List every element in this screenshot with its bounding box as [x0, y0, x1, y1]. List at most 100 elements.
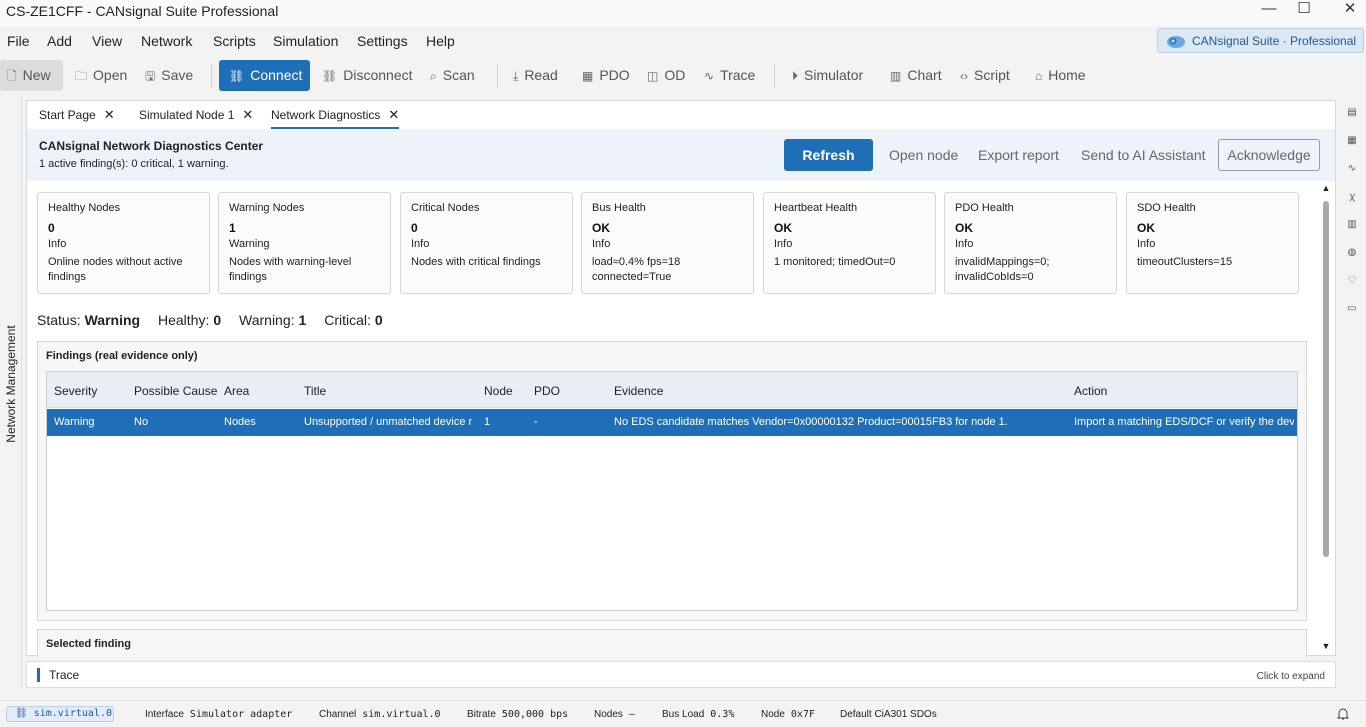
scroll-up-icon[interactable]: ▲ [1321, 183, 1331, 193]
trace-title: Trace [49, 668, 80, 682]
vertical-scrollbar[interactable]: ▲ ▼ [1319, 183, 1333, 655]
brand-label: CANsignal Suite · Professional [1192, 34, 1357, 48]
menu-settings[interactable]: Settings [357, 33, 408, 49]
home-button[interactable]: ⌂ Home [1035, 60, 1086, 91]
table-row[interactable]: Warning No Nodes Unsupported / unmatched… [47, 409, 1297, 436]
tab-start-page[interactable]: Start Page ✕ [39, 101, 115, 129]
folder-icon: 🗀 [75, 69, 88, 83]
refresh-button[interactable]: Refresh [784, 139, 873, 171]
status-nodes: Nodes – [594, 709, 635, 720]
download-icon: ⤓ [513, 69, 519, 83]
trace-expand-hint: Click to expand [1256, 671, 1325, 682]
toolbar-separator [497, 64, 498, 88]
close-window-button[interactable]: ✕ [1327, 0, 1366, 22]
cell-node: 1 [484, 416, 491, 428]
trace-panel-header[interactable]: Trace Click to expand [26, 661, 1336, 688]
export-report-button[interactable]: Export report [978, 147, 1059, 163]
window-title: CS-ZE1CFF - CANsignal Suite Professional [6, 3, 279, 19]
pulse-icon[interactable]: ∿ [1346, 163, 1358, 175]
new-file-icon: 🗋 [7, 69, 17, 83]
save-button[interactable]: 🖫 Save [145, 60, 193, 91]
globe-icon[interactable]: ◍ [1346, 247, 1358, 259]
column-severity[interactable]: Severity [54, 384, 97, 398]
status-node: Node 0x7F [761, 709, 815, 720]
maximize-button[interactable]: ☐ [1281, 0, 1327, 22]
menu-scripts[interactable]: Scripts [213, 33, 256, 49]
right-tool-strip: ▤ ▦ ∿ ꭓ ▥ ◍ ♡ ▭ [1338, 97, 1366, 687]
new-button[interactable]: 🗋 New [0, 60, 63, 91]
toolbar-separator [774, 64, 775, 88]
tab-simulated-node-1[interactable]: Simulated Node 1 ✕ [139, 101, 253, 129]
heart-icon[interactable]: ♡ [1346, 275, 1358, 287]
diagnostics-header: CANsignal Network Diagnostics Center 1 a… [27, 129, 1335, 181]
unlink-icon: ⛓ [322, 69, 338, 83]
column-pdo[interactable]: PDO [534, 384, 560, 398]
variable-icon[interactable]: ꭓ [1346, 191, 1358, 203]
column-title[interactable]: Title [304, 384, 326, 398]
connect-button[interactable]: ⛓ Connect [219, 60, 310, 91]
acknowledge-button[interactable]: Acknowledge [1218, 139, 1320, 171]
trace-button[interactable]: ∿ Trace [704, 60, 755, 91]
tab-network-diagnostics[interactable]: Network Diagnostics ✕ [271, 101, 400, 129]
menu-help[interactable]: Help [426, 33, 455, 49]
table-header: Severity Possible Cause Area Title Node … [47, 372, 1297, 408]
column-area[interactable]: Area [224, 384, 249, 398]
open-node-button[interactable]: Open node [889, 147, 958, 163]
status-sdo-mode: Default CiA301 SDOs [840, 709, 937, 720]
cell-area: Nodes [224, 416, 256, 428]
link-icon: ⛓ [229, 69, 245, 83]
table-icon[interactable]: ▦ [1346, 135, 1358, 147]
document-icon[interactable]: ▤ [1346, 107, 1358, 119]
toolbar: 🗋 New 🗀 Open 🖫 Save ⛓ Connect ⛓ Disconnect ⌕ S… [0, 59, 1366, 93]
pdo-button[interactable]: ▦ PDO [582, 60, 630, 91]
title-bar: CS-ZE1CFF - CANsignal Suite Professional… [0, 0, 1366, 26]
card-bus-health: Bus Health OK Info load≈0.4% fps=18 conn… [581, 192, 754, 294]
simulator-button[interactable]: ⏵ Simulator [792, 60, 863, 91]
menu-add[interactable]: Add [47, 33, 72, 49]
play-circle-icon: ⏵ [792, 69, 799, 83]
read-button[interactable]: ⤓ Read [513, 60, 558, 91]
network-management-panel-tab[interactable]: Network Management [0, 97, 22, 687]
folder-icon[interactable]: ▭ [1346, 303, 1358, 315]
card-sdo-health: SDO Health OK Info timeoutClusters=15 [1126, 192, 1299, 294]
status-bitrate: Bitrate 500,000 bps [467, 709, 569, 720]
column-possible-cause[interactable]: Possible Cause [134, 384, 217, 398]
send-to-ai-button[interactable]: Send to AI Assistant [1081, 147, 1206, 163]
menu-simulation[interactable]: Simulation [273, 33, 338, 49]
bell-icon[interactable] [1336, 707, 1350, 721]
book-icon: ◫ [647, 69, 659, 83]
column-node[interactable]: Node [484, 384, 513, 398]
od-button[interactable]: ◫ OD [647, 60, 685, 91]
cell-evidence: No EDS candidate matches Vendor=0x000001… [614, 416, 1008, 428]
scroll-down-icon[interactable]: ▼ [1321, 641, 1331, 651]
save-icon: 🖫 [145, 69, 156, 83]
findings-table[interactable]: Severity Possible Cause Area Title Node … [46, 371, 1298, 611]
close-icon[interactable]: ✕ [104, 107, 115, 122]
status-interface: Interface Simulator adapter [145, 709, 293, 720]
menu-view[interactable]: View [92, 33, 122, 49]
toolbar-separator [211, 64, 212, 88]
open-button[interactable]: 🗀 Open [75, 60, 127, 91]
home-icon: ⌂ [1035, 69, 1043, 83]
menu-network[interactable]: Network [141, 33, 192, 49]
brand-badge: CANsignal Suite · Professional [1157, 28, 1364, 53]
cloud-gear-icon [1167, 36, 1185, 48]
channel-chip[interactable]: ⛓ sim.virtual.0 [6, 706, 114, 722]
column-action[interactable]: Action [1074, 384, 1107, 398]
scan-button[interactable]: ⌕ Scan [430, 60, 475, 91]
card-heartbeat-health: Heartbeat Health OK Info 1 monitored; ti… [763, 192, 936, 294]
close-icon[interactable]: ✕ [242, 107, 253, 122]
chart-icon[interactable]: ▥ [1346, 219, 1358, 231]
chart-icon: ▥ [890, 69, 902, 83]
disconnect-button[interactable]: ⛓ Disconnect [322, 60, 413, 91]
chart-button[interactable]: ▥ Chart [890, 60, 942, 91]
findings-summary: 1 active finding(s): 0 critical, 1 warni… [39, 158, 229, 170]
status-channel: Channel sim.virtual.0 [319, 709, 441, 720]
close-icon[interactable]: ✕ [388, 107, 399, 122]
scrollbar-thumb[interactable] [1323, 201, 1329, 557]
column-evidence[interactable]: Evidence [614, 384, 663, 398]
cell-action: Import a matching EDS/DCF or verify the … [1074, 416, 1294, 428]
status-bus-load: Bus Load 0.3% [662, 709, 735, 720]
script-button[interactable]: ‹› Script [960, 60, 1010, 91]
menu-file[interactable]: File [7, 33, 30, 49]
